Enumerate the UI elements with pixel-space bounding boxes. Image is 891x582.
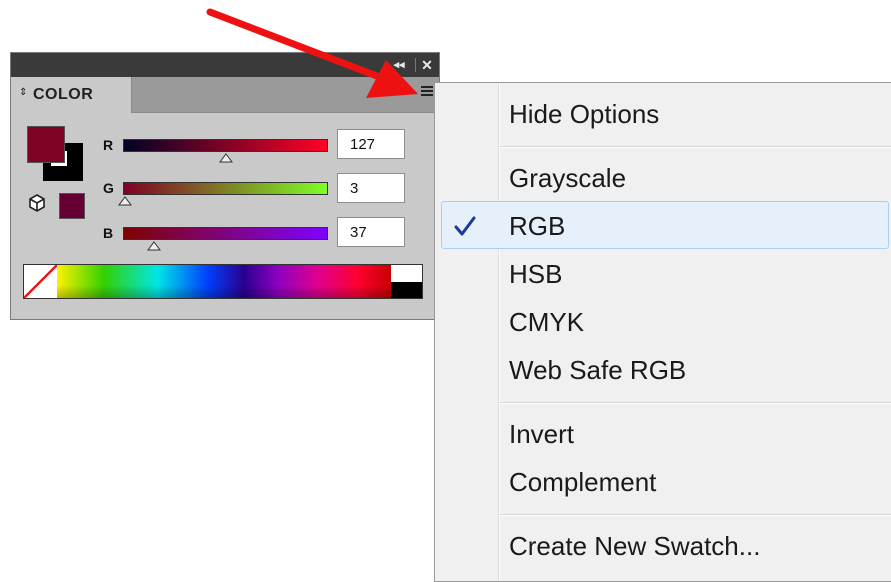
menu-item-web-safe-rgb[interactable]: Web Safe RGB <box>509 355 686 386</box>
menu-separator <box>500 514 891 516</box>
value-input-g[interactable]: 3 <box>337 173 405 203</box>
menu-icon-gutter-highlight <box>499 83 500 581</box>
menu-separator <box>500 146 891 148</box>
menu-item-grayscale[interactable]: Grayscale <box>509 163 626 194</box>
close-panel-icon[interactable]: ✕ <box>417 55 437 75</box>
white-color-cell[interactable] <box>391 265 422 282</box>
menu-item-rgb[interactable]: RGB <box>509 211 565 242</box>
slider-thumb-r[interactable] <box>218 153 233 163</box>
expand-options-icon[interactable]: ⇕ <box>19 87 27 98</box>
spectrum-ramp[interactable] <box>57 265 391 298</box>
menu-item-hsb[interactable]: HSB <box>509 259 562 290</box>
menu-item-invert[interactable]: Invert <box>509 419 574 450</box>
menu-item-complement[interactable]: Complement <box>509 467 656 498</box>
channel-label-g: G <box>103 180 114 196</box>
menu-item-cmyk[interactable]: CMYK <box>509 307 584 338</box>
menu-item-create-new-swatch[interactable]: Create New Swatch... <box>509 531 760 562</box>
color-spectrum[interactable] <box>23 264 423 299</box>
none-color-icon[interactable] <box>24 265 57 298</box>
panel-options-menu: Hide Options Grayscale RGB HSB CMYK Web … <box>434 82 891 582</box>
slider-g[interactable] <box>123 182 328 195</box>
menu-item-hide-options[interactable]: Hide Options <box>509 99 659 130</box>
channel-label-r: R <box>103 137 114 153</box>
color-panel: ◂◂ ✕ ⇕ COLOR R 127 G 3 B 37 <box>10 52 440 320</box>
hamburger-menu-icon[interactable] <box>421 86 433 98</box>
slider-thumb-b[interactable] <box>146 241 161 251</box>
panel-tab-row: ⇕ COLOR <box>11 77 439 113</box>
tab-color[interactable]: ⇕ COLOR <box>11 77 132 113</box>
web-safe-color-swatch[interactable] <box>59 193 85 219</box>
checkmark-icon <box>454 216 476 236</box>
slider-thumb-g[interactable] <box>118 196 133 206</box>
title-bar-divider <box>415 58 416 72</box>
value-input-b[interactable]: 37 <box>337 217 405 247</box>
slider-r[interactable] <box>123 139 328 152</box>
collapse-panel-icon[interactable]: ◂◂ <box>389 55 409 75</box>
channel-label-b: B <box>103 225 114 241</box>
panel-tab-label: COLOR <box>33 86 94 103</box>
menu-separator <box>500 402 891 404</box>
fill-swatch[interactable] <box>27 126 65 163</box>
value-input-r[interactable]: 127 <box>337 129 405 159</box>
slider-b[interactable] <box>123 227 328 240</box>
panel-title-bar: ◂◂ ✕ <box>11 53 439 77</box>
out-of-web-color-cube-icon[interactable] <box>27 193 47 213</box>
black-color-cell[interactable] <box>391 282 422 298</box>
